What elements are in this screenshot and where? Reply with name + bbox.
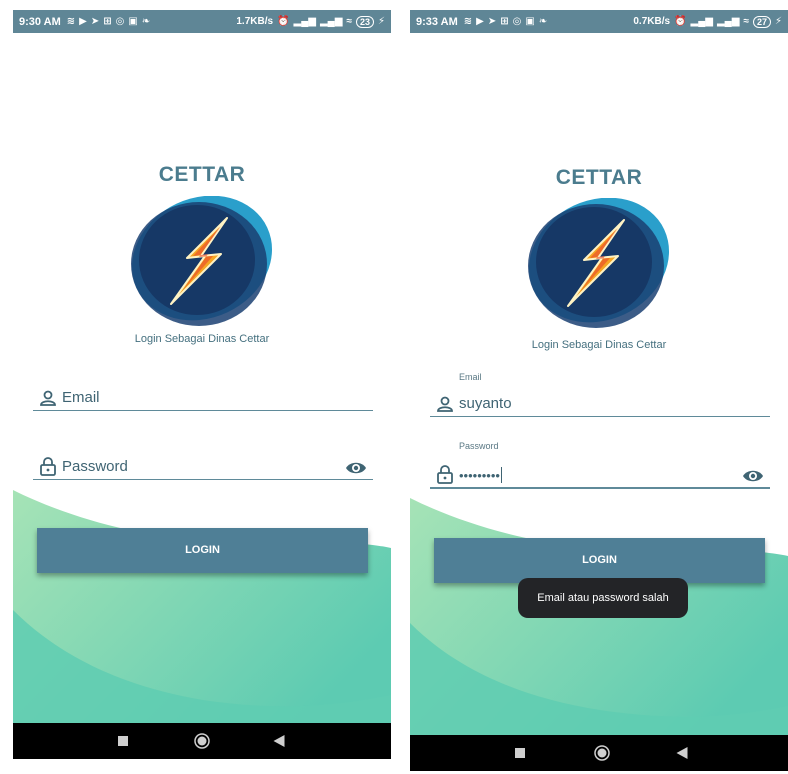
error-toast: Email atau password salah	[518, 578, 688, 618]
network-speed: 0.7KB/s	[633, 16, 671, 27]
person-icon	[437, 396, 453, 412]
cettar-logo	[131, 196, 273, 326]
lock-icon	[437, 465, 453, 484]
notification-icons: ≋ ▶ ➤ ⊞ ◎ ▣ ❧	[464, 16, 547, 27]
home-icon[interactable]	[194, 733, 210, 749]
status-time: 9:30 AM	[19, 15, 61, 28]
text-cursor	[500, 467, 502, 483]
status-right: 1.7KB/s ⏰ ▂▄▆ ▂▄▆ ≈ 23 ⚡	[236, 15, 385, 28]
signal-icon: ▂▄▆	[293, 16, 316, 27]
status-right: 0.7KB/s ⏰ ▂▄▆ ▂▄▆ ≈ 27 ⚡	[633, 15, 782, 28]
battery-icon: 27	[752, 15, 771, 28]
status-bar: 9:33 AM ≋ ▶ ➤ ⊞ ◎ ▣ ❧ 0.7KB/s ⏰ ▂▄▆ ▂▄▆ …	[410, 10, 788, 33]
signal-icon-2: ▂▄▆	[716, 16, 740, 27]
recents-icon[interactable]	[118, 736, 128, 746]
app-title: CETTAR	[158, 163, 246, 186]
screen-login-error: 9:33 AM ≋ ▶ ➤ ⊞ ◎ ▣ ❧ 0.7KB/s ⏰ ▂▄▆ ▂▄▆ …	[410, 10, 788, 774]
navigation-bar	[13, 723, 391, 759]
hotspot-icon: ≋	[66, 16, 76, 27]
alarm-icon: ⏰	[674, 16, 687, 27]
login-button[interactable]: LOGIN	[37, 528, 368, 573]
navigation-bar	[410, 735, 788, 771]
app-title: CETTAR	[555, 166, 643, 189]
login-subtitle: Login Sebagai Dinas Cettar	[531, 339, 667, 351]
screen-login-empty: 9:30 AM ≋ ▶ ➤ ⊞ ◎ ▣ ❧ 1.7KB/s ⏰ ▂▄▆ ▂▄▆ …	[13, 10, 391, 769]
email-label: Email	[459, 372, 482, 382]
data-icon: ⊞	[500, 16, 509, 27]
login-subtitle: Login Sebagai Dinas Cettar	[134, 333, 270, 345]
signal-icon-2: ▂▄▆	[319, 16, 343, 27]
telegram-icon: ➤	[90, 16, 100, 27]
app-icon: ▣	[128, 16, 138, 27]
wifi-icon: ≈	[743, 16, 749, 27]
instagram-icon: ◎	[115, 16, 125, 27]
email-field[interactable]: Email	[33, 384, 373, 411]
email-value: suyanto	[459, 395, 512, 412]
instagram-icon: ◎	[512, 16, 522, 27]
data-icon: ⊞	[103, 16, 112, 27]
notification-icons: ≋ ▶ ➤ ⊞ ◎ ▣ ❧	[67, 16, 150, 27]
alarm-icon: ⏰	[277, 16, 290, 27]
charging-icon: ⚡	[774, 16, 782, 27]
hotspot-icon: ≋	[463, 16, 473, 27]
recents-icon[interactable]	[515, 748, 525, 758]
cettar-logo	[528, 198, 670, 328]
battery-icon: 23	[355, 15, 374, 28]
password-field[interactable]: •••••••••	[430, 461, 770, 489]
twitter-icon: ❧	[538, 16, 548, 27]
status-time: 9:33 AM	[416, 15, 458, 28]
eye-icon[interactable]	[345, 460, 367, 476]
back-icon[interactable]	[273, 735, 285, 747]
person-icon	[40, 390, 56, 406]
lock-icon	[40, 457, 56, 476]
app-icon: ▣	[525, 16, 535, 27]
network-speed: 1.7KB/s	[236, 16, 274, 27]
password-field[interactable]: Password	[33, 453, 373, 480]
email-field[interactable]: suyanto	[430, 390, 770, 417]
password-dots: •••••••••	[459, 468, 500, 483]
youtube-icon: ▶	[476, 16, 484, 27]
background-wave	[13, 490, 391, 725]
email-placeholder: Email	[62, 389, 100, 406]
twitter-icon: ❧	[141, 16, 151, 27]
wifi-icon: ≈	[346, 16, 352, 27]
password-value: •••••••••	[459, 467, 502, 483]
telegram-icon: ➤	[487, 16, 497, 27]
login-button[interactable]: LOGIN	[434, 538, 765, 583]
charging-icon: ⚡	[377, 16, 385, 27]
eye-icon[interactable]	[742, 468, 764, 484]
home-icon[interactable]	[594, 745, 610, 761]
youtube-icon: ▶	[79, 16, 87, 27]
back-icon[interactable]	[676, 747, 688, 759]
password-placeholder: Password	[62, 458, 128, 475]
password-label: Password	[459, 441, 499, 451]
status-bar: 9:30 AM ≋ ▶ ➤ ⊞ ◎ ▣ ❧ 1.7KB/s ⏰ ▂▄▆ ▂▄▆ …	[13, 10, 391, 33]
signal-icon: ▂▄▆	[690, 16, 713, 27]
